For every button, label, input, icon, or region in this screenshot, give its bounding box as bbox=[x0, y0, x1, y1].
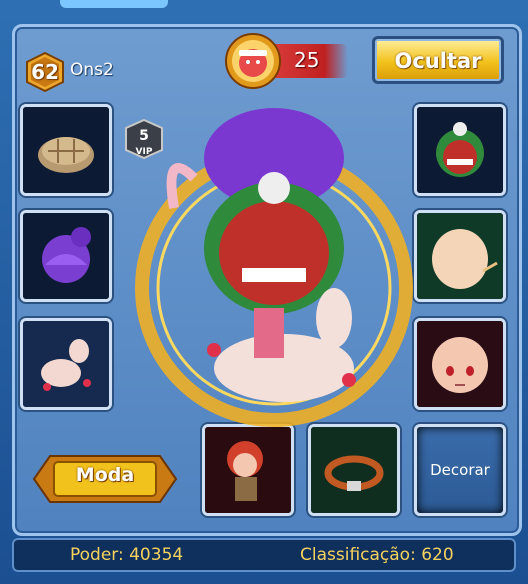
hair-slot[interactable] bbox=[20, 210, 112, 302]
rank-stat: Classificação: 620 bbox=[300, 545, 454, 565]
eyes-slot[interactable] bbox=[414, 318, 506, 410]
belt-slot[interactable] bbox=[308, 424, 400, 516]
player-name: Ons2 bbox=[70, 60, 114, 80]
hide-button[interactable]: Ocultar bbox=[372, 36, 504, 84]
fashion-button[interactable]: Moda bbox=[30, 446, 180, 512]
power-stat: Poder: 40354 bbox=[70, 545, 184, 565]
stats-bar: Poder: 40354 Classificação: 620 bbox=[12, 538, 516, 572]
llama-mount-icon bbox=[23, 321, 109, 407]
helmet-slot[interactable] bbox=[20, 104, 112, 196]
pet-slot[interactable] bbox=[202, 424, 294, 516]
turtle-shell-helmet-icon bbox=[23, 107, 109, 193]
purple-hair-icon bbox=[23, 213, 109, 299]
window-tab[interactable] bbox=[60, 0, 168, 8]
face-eyes-icon bbox=[417, 321, 503, 407]
fashion-button-label: Moda bbox=[75, 464, 135, 486]
character-preview bbox=[135, 108, 413, 427]
vip-medal-icon[interactable] bbox=[224, 32, 282, 90]
level-badge: 62 bbox=[24, 51, 66, 93]
tribal-mask-icon bbox=[417, 107, 503, 193]
face-icon bbox=[417, 213, 503, 299]
character-body bbox=[254, 308, 284, 358]
tribal-mask-face-icon bbox=[219, 201, 329, 305]
decorate-slot[interactable]: Decorar bbox=[414, 424, 506, 516]
red-hair-character-icon bbox=[205, 427, 291, 513]
llama-head-icon bbox=[316, 288, 352, 348]
mask-teeth bbox=[242, 268, 306, 282]
vip-count: 25 bbox=[294, 48, 320, 72]
belt-icon bbox=[311, 427, 397, 513]
level-value: 62 bbox=[31, 60, 59, 84]
flower-icon bbox=[207, 343, 221, 357]
mask-slot[interactable] bbox=[414, 104, 506, 196]
mount-slot[interactable] bbox=[20, 318, 112, 410]
skull-icon bbox=[258, 172, 290, 204]
face-slot[interactable] bbox=[414, 210, 506, 302]
flower-icon-2 bbox=[342, 373, 356, 387]
